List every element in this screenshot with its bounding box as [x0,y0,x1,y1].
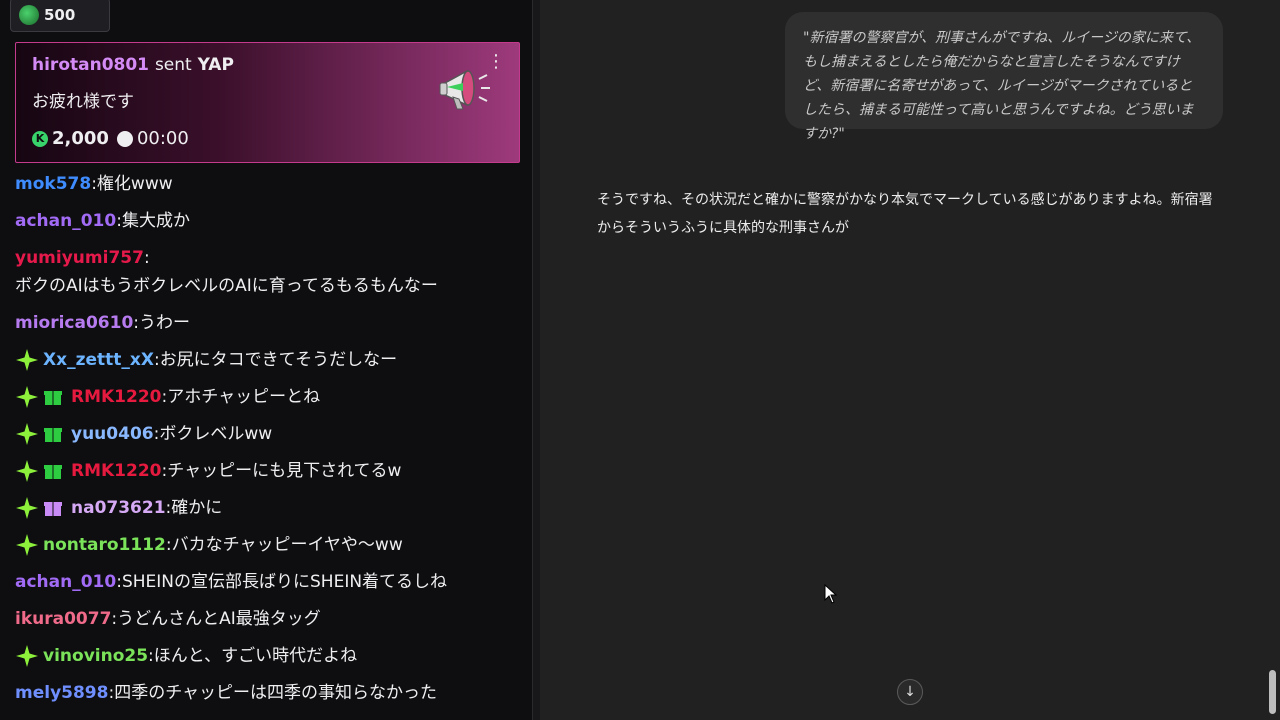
chat-text: ボクレベルww [159,424,273,444]
chat-text: 四季のチャッピーは四季の事知らなかった [114,683,438,703]
chat-username[interactable]: Xx_zettt_xX [43,346,154,374]
chat-username[interactable]: RMK1220 [71,383,162,411]
chat-username[interactable]: mok578 [15,170,91,198]
megaphone-icon [439,69,490,110]
chat-message: vinovino25: ほんと、すごい時代だよね [15,642,520,670]
chat-message: na073621: 確かに [15,494,520,522]
chat-text: ほんと、すごい時代だよね [153,646,358,666]
coin-icon: K [32,130,48,147]
chat-username[interactable]: achan_010 [15,207,116,235]
top-badge[interactable]: 500 [10,0,110,32]
chat-username[interactable]: mely5898 [15,679,108,707]
chat-message-list: mok578: 権化www achan_010: 集大成か yumiyumi757:… [15,170,520,716]
chat-text: 確かに [171,498,223,518]
badge-count: 500 [44,6,76,24]
chat-message: RMK1220: チャッピーにも見下されてるw [15,457,520,485]
chat-text: ボクのAIはもうボクレベルのAIに育ってるもるもんなー [15,276,438,296]
gift-icon [44,465,62,479]
chat-username[interactable]: miorica0610 [15,309,133,337]
chat-username[interactable]: nontaro1112 [43,531,166,559]
chat-username[interactable]: ikura0077 [15,605,111,633]
sparkle-icon [16,349,38,371]
sparkle-icon [16,423,38,445]
yap-card: hirotan0801 sent YAP お疲れ様です K 2,000 00:0… [15,42,520,163]
yap-item: YAP [197,55,234,75]
gem-icon [19,5,39,25]
yap-sent-text: sent [154,55,192,75]
chat-text: SHEINの宣伝部長ばりにSHEIN着てるしね [121,572,448,592]
assistant-reply: そうですね、その状況だと確かに警察がかなり本気でマークしている感じがありますよね… [597,192,1213,236]
yap-meta: K 2,000 00:00 [32,128,503,149]
chat-username[interactable]: yuu0406 [71,420,154,448]
sparkle-icon [16,534,38,556]
cursor-icon [824,584,838,604]
scrollbar-thumb[interactable] [1269,670,1276,714]
chat-text: お尻にタコできてそうだしなー [159,350,398,370]
chat-message: ikura0077: うどんさんとAI最強タッグ [15,605,520,633]
chat-separator: : [143,248,150,268]
gift-icon [44,428,62,442]
chat-message: achan_010: SHEINの宣伝部長ばりにSHEIN着てるしね [15,568,520,596]
chat-message: mely5898: 四季のチャッピーは四季の事知らなかった [15,679,520,707]
chat-username[interactable]: RMK1220 [71,457,162,485]
yap-username[interactable]: hirotan0801 [32,55,149,75]
yap-message: お疲れ様です [32,92,134,112]
chat-text: 集大成か [121,211,190,231]
chat-message: RMK1220: アホチャッピーとね [15,383,520,411]
chat-message: mok578: 権化www [15,170,520,198]
arrow-down-icon: ↓ [904,684,916,700]
yap-amount: 2,000 [52,128,109,149]
scroll-down-button[interactable]: ↓ [897,679,923,705]
chat-message: yumiyumi757: ボクのAIはもうボクレベルのAIに育ってるもるもんなー [15,244,520,300]
chat-panel: 500 hirotan0801 sent YAP お疲れ様です K 2,000 … [0,0,532,720]
chat-text: うわー [139,313,191,333]
sparkle-icon [16,645,38,667]
sparkle-icon [16,386,38,408]
clock-icon [116,130,133,147]
yap-time: 00:00 [136,128,189,149]
chat-text: アホチャッピーとね [167,387,321,407]
chat-username[interactable]: yumiyumi757 [15,244,144,272]
chat-message: nontaro1112: バカなチャッピーイヤや〜ww [15,531,520,559]
chat-username[interactable]: na073621 [71,494,166,522]
chat-message: achan_010: 集大成か [15,207,520,235]
chat-text: チャッピーにも見下されてるw [167,461,402,481]
chat-message: miorica0610: うわー [15,309,520,337]
gift-icon [44,391,62,405]
assistant-panel: "新宿署の警察官が、刑事さんがですね、ルイージの家に来て、もし捕まえるとしたら俺… [540,0,1280,720]
chat-text: 権化www [96,174,173,194]
gift-icon [44,502,62,516]
chat-message: yuu0406: ボクレベルww [15,420,520,448]
chat-text: うどんさんとAI最強タッグ [117,609,321,629]
user-prompt-bubble: "新宿署の警察官が、刑事さんがですね、ルイージの家に来て、もし捕まえるとしたら俺… [785,12,1223,142]
chat-username[interactable]: achan_010 [15,568,116,596]
chat-message: Xx_zettt_xX: お尻にタコできてそうだしなー [15,346,520,374]
yap-header: hirotan0801 sent YAP [32,55,503,75]
chat-username[interactable]: vinovino25 [43,642,148,670]
chat-text: バカなチャッピーイヤや〜ww [171,535,403,555]
sparkle-icon [16,497,38,519]
sparkle-icon [16,460,38,482]
panel-divider[interactable] [532,0,540,720]
